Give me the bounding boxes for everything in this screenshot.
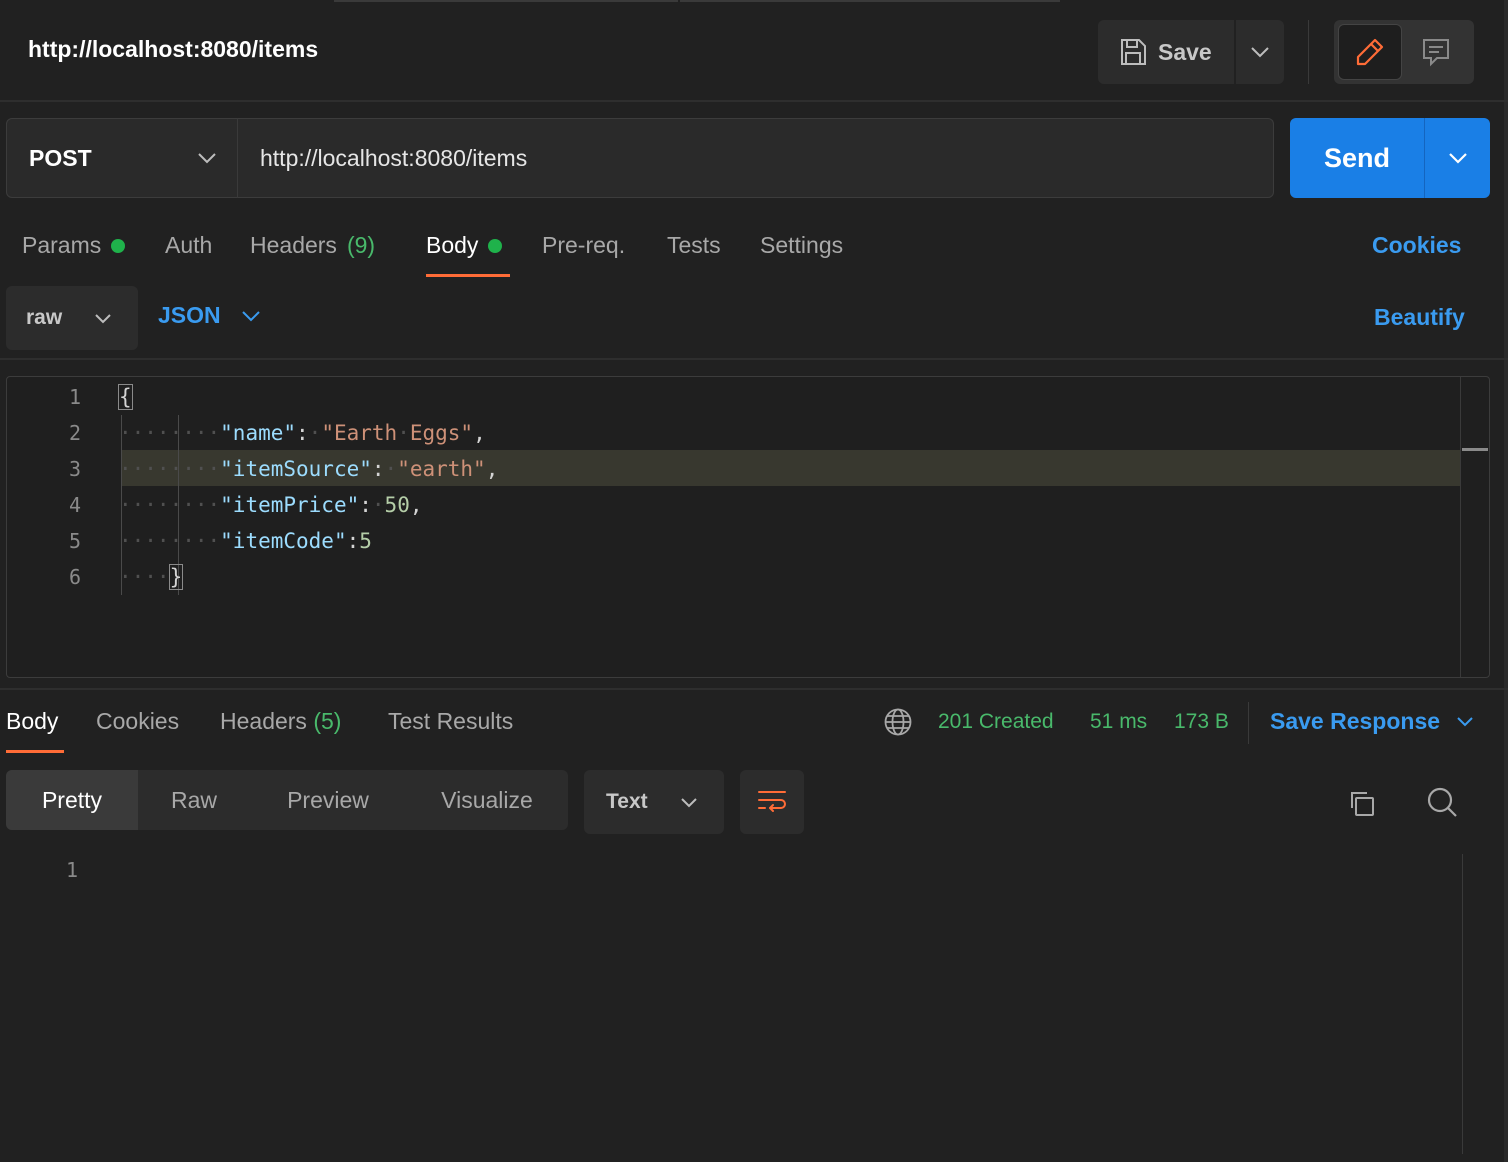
request-title[interactable]: http://localhost:8080/items [28,36,318,63]
response-tab-headers[interactable]: Headers (5) [220,708,341,735]
tab-params[interactable]: Params [22,232,126,259]
line-number: 2 [68,421,81,445]
method-select[interactable]: POST [6,118,238,198]
tab-count: (5) [313,708,342,734]
response-tab-body[interactable]: Body [6,708,58,735]
tab-settings[interactable]: Settings [760,232,843,259]
status-code[interactable]: 201 Created [938,710,1054,734]
copy-button[interactable] [1340,782,1384,826]
tab-tests[interactable]: Tests [667,232,721,259]
response-size[interactable]: 173 B [1174,710,1229,734]
url-input[interactable]: http://localhost:8080/items [237,118,1274,198]
tab-auth[interactable]: Auth [165,232,212,259]
tab-label: Params [22,232,102,258]
tab-label: Headers [250,232,337,258]
view-visualize[interactable]: Visualize [406,770,568,830]
response-scrollbar[interactable] [1462,854,1463,1154]
tab-label: Body [426,232,479,258]
editor-scrollbar[interactable] [1460,377,1461,677]
tab-label: Pre-req. [542,232,626,258]
code-line: { [118,379,133,415]
tab-headers[interactable]: Headers (9) [250,232,375,259]
chevron-down-icon [241,310,261,322]
pencil-icon [1354,36,1386,68]
view-pretty[interactable]: Pretty [6,770,138,830]
chevron-down-icon [680,797,698,808]
floppy-disk-icon [1118,37,1148,67]
copy-icon [1346,788,1378,820]
save-options-button[interactable] [1236,20,1284,84]
code-line: ····} [119,564,184,590]
line-number: 1 [68,385,81,409]
body-mode-select[interactable]: raw [6,286,138,350]
language-select[interactable]: JSON [158,302,261,329]
header-divider-line [0,100,1508,102]
active-tab-indicator [426,274,510,277]
body-mode-label: raw [26,306,63,329]
top-edge [0,0,1508,4]
comment-mode-button[interactable] [1404,24,1468,80]
code-text: { [118,384,133,410]
line-number: 1 [65,858,78,882]
code-line: ········"itemCode":5 [119,529,372,553]
chevron-down-icon [197,152,217,164]
tab-label: Settings [760,232,844,258]
tab-count: (9) [346,232,376,258]
status-dot [488,238,503,253]
header-divider [1308,20,1309,84]
response-tab-test-results[interactable]: Test Results [388,708,513,735]
body-divider [0,358,1508,360]
send-button[interactable]: Send [1290,118,1424,198]
line-number: 3 [68,457,81,481]
chevron-down-icon [1448,152,1468,164]
code-line: ········"itemSource":·"earth", [119,457,499,481]
tab-label: Auth [165,232,213,258]
save-response-button[interactable]: Save Response [1270,708,1474,735]
window-edge [1504,0,1508,1162]
beautify-link[interactable]: Beautify [1374,304,1465,331]
tab-body[interactable]: Body [426,232,503,259]
method-label: POST [29,144,92,171]
send-options-button[interactable] [1425,118,1490,198]
line-number: 4 [68,493,81,517]
edit-mode-button[interactable] [1338,24,1402,80]
chevron-down-icon [94,313,112,324]
response-divider[interactable] [0,688,1508,690]
code-editor[interactable]: 1 2 3 4 5 6 { ········"name":·"Earth·Egg… [6,376,1490,678]
word-wrap-icon [756,788,788,816]
active-tab-indicator [6,750,64,753]
status-divider [1248,702,1249,744]
response-tab-cookies[interactable]: Cookies [96,708,179,735]
save-button[interactable]: Save [1098,20,1234,84]
search-button[interactable] [1420,780,1464,824]
tab-pre-request[interactable]: Pre-req. [542,232,625,259]
save-response-label: Save Response [1270,708,1441,734]
language-label: JSON [158,302,221,328]
code-line: ········"itemPrice":·50, [119,493,423,517]
tab-label: Headers [220,708,307,734]
comment-icon [1420,36,1452,68]
chevron-down-icon [1456,716,1474,727]
response-format-select[interactable]: Text [584,770,724,834]
word-wrap-button[interactable] [740,770,804,834]
cookies-link[interactable]: Cookies [1372,232,1461,259]
code-line: ········"name":·"Earth·Eggs", [119,421,486,445]
scroll-marker [1462,448,1488,451]
view-raw[interactable]: Raw [138,770,250,830]
line-number: 6 [68,565,81,589]
chevron-down-icon [1250,46,1270,58]
line-number: 5 [68,529,81,553]
search-icon [1425,785,1459,819]
globe-icon[interactable] [883,707,913,737]
response-time[interactable]: 51 ms [1090,710,1147,734]
status-dot [111,238,126,253]
save-label: Save [1158,38,1212,65]
view-preview[interactable]: Preview [250,770,406,830]
response-format-label: Text [606,790,648,813]
tab-label: Tests [667,232,721,258]
